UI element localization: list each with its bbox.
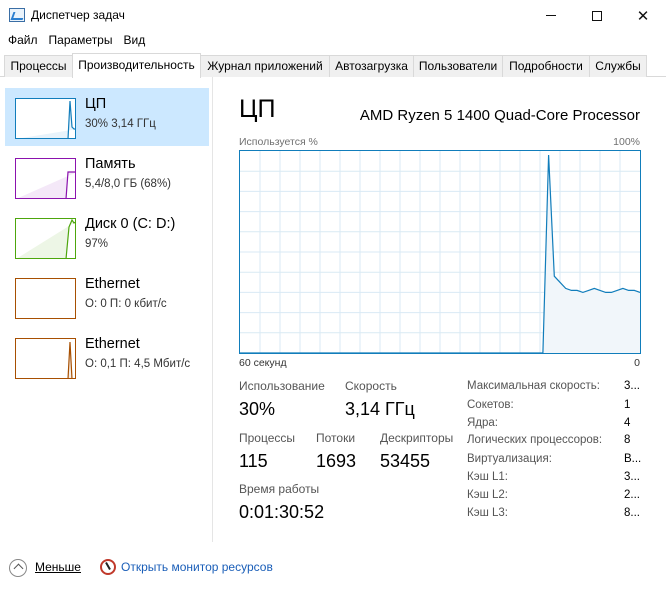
usage-value: 30% — [239, 399, 276, 419]
sidebar-item-title: Ethernet — [85, 336, 140, 352]
cpu-model: AMD Ryzen 5 1400 Quad-Core Processor — [359, 107, 640, 124]
tab-startup[interactable]: Автозагрузка — [329, 55, 414, 77]
detail-value: В... — [624, 453, 642, 465]
sidebar-item-ethernet-1[interactable]: Ethernet О: 0 П: 0 кбит/с — [5, 268, 209, 326]
detail-value: 3... — [624, 380, 640, 392]
cpu-usage-chart — [240, 151, 640, 353]
ethernet-thumbnail-graph — [15, 278, 76, 319]
resource-sidebar: ЦП 30% 3,14 ГГц Память 5,4/8,0 ГБ (68%) … — [0, 77, 213, 542]
tab-app-history[interactable]: Журнал приложений — [200, 55, 330, 77]
graph-x-end-label: 0 — [634, 357, 640, 369]
sidebar-item-subtitle: О: 0 П: 0 кбит/с — [85, 298, 167, 310]
speed-value: 3,14 ГГц — [345, 399, 415, 419]
sidebar-item-subtitle: 5,4/8,0 ГБ (68%) — [85, 178, 172, 190]
tab-processes[interactable]: Процессы — [4, 55, 73, 77]
page-title: ЦП — [239, 95, 276, 123]
graph-x-label: 60 секунд — [239, 357, 287, 369]
window-title: Диспетчер задач — [31, 8, 125, 22]
tab-details[interactable]: Подробности — [502, 55, 590, 77]
tab-users[interactable]: Пользователи — [413, 55, 503, 77]
menu-bar: Файл Параметры Вид — [0, 31, 666, 51]
memory-thumbnail-graph — [15, 158, 76, 199]
cpu-panel: ЦП AMD Ryzen 5 1400 Quad-Core Processor … — [239, 95, 644, 535]
uptime-label: Время работы — [239, 482, 320, 496]
detail-value: 8... — [624, 507, 640, 519]
tab-bar: Процессы Производительность Журнал прило… — [0, 53, 666, 78]
detail-value: 8 — [624, 434, 631, 446]
chevron-up-icon[interactable] — [9, 559, 27, 577]
detail-value: 3... — [624, 471, 640, 483]
detail-label: Сокетов: — [467, 399, 514, 411]
title-bar: Диспетчер задач ✕ — [0, 0, 666, 31]
threads-value: 1693 — [316, 451, 357, 471]
cpu-usage-graph — [239, 150, 641, 354]
sidebar-item-subtitle: 30% 3,14 ГГц — [85, 118, 156, 130]
detail-label: Максимальная скорость: — [467, 380, 600, 392]
detail-label: Логических процессоров: — [467, 434, 603, 446]
maximize-icon — [592, 10, 602, 21]
detail-value: 1 — [624, 399, 631, 411]
sidebar-item-disk[interactable]: Диск 0 (C: D:) 97% — [5, 208, 209, 266]
processes-value: 115 — [239, 451, 268, 471]
detail-label: Ядра: — [467, 417, 499, 429]
threads-label: Потоки — [316, 431, 356, 445]
detail-label: Виртуализация: — [467, 453, 552, 465]
sidebar-item-title: Ethernet — [85, 276, 140, 292]
footer: Меньше Открыть монитор ресурсов — [0, 551, 666, 593]
task-manager-icon — [9, 8, 25, 22]
handles-value: 53455 — [380, 451, 431, 471]
minimize-button[interactable] — [528, 0, 574, 31]
disk-thumbnail-graph — [15, 218, 76, 259]
menu-options[interactable]: Параметры — [45, 31, 117, 51]
close-button[interactable]: ✕ — [620, 0, 666, 31]
tab-services[interactable]: Службы — [589, 55, 647, 77]
uptime-value: 0:01:30:52 — [239, 502, 325, 522]
detail-label: Кэш L2: — [467, 489, 508, 501]
detail-value: 4 — [624, 417, 631, 429]
resource-monitor-icon[interactable] — [100, 559, 116, 575]
processes-label: Процессы — [239, 431, 296, 445]
sidebar-item-memory[interactable]: Память 5,4/8,0 ГБ (68%) — [5, 148, 209, 206]
open-resource-monitor-link[interactable]: Открыть монитор ресурсов — [121, 560, 273, 574]
cpu-thumbnail-graph — [15, 98, 76, 139]
detail-label: Кэш L3: — [467, 507, 508, 519]
detail-label: Кэш L1: — [467, 471, 508, 483]
close-icon: ✕ — [636, 7, 650, 25]
sidebar-item-title: Память — [85, 156, 136, 172]
fewer-details-link[interactable]: Меньше — [35, 560, 81, 574]
ethernet-thumbnail-graph — [15, 338, 76, 379]
sidebar-item-subtitle: О: 0,1 П: 4,5 Мбит/с — [85, 358, 191, 370]
graph-max-label: 100% — [613, 136, 640, 148]
sidebar-item-title: Диск 0 (C: D:) — [85, 216, 176, 232]
handles-label: Дескрипторы — [380, 431, 454, 445]
maximize-button[interactable] — [574, 0, 620, 31]
graph-y-label: Используется % — [239, 136, 318, 148]
sidebar-item-subtitle: 97% — [85, 238, 109, 250]
speed-label: Скорость — [345, 379, 397, 393]
menu-view[interactable]: Вид — [119, 31, 149, 51]
tab-performance[interactable]: Производительность — [72, 53, 201, 78]
sidebar-item-ethernet-2[interactable]: Ethernet О: 0,1 П: 4,5 Мбит/с — [5, 328, 209, 386]
menu-file[interactable]: Файл — [4, 31, 42, 51]
sidebar-item-cpu[interactable]: ЦП 30% 3,14 ГГц — [5, 88, 209, 146]
detail-value: 2... — [624, 489, 640, 501]
usage-label: Использование — [239, 379, 325, 393]
minimize-icon — [546, 15, 556, 16]
sidebar-item-title: ЦП — [85, 96, 107, 112]
